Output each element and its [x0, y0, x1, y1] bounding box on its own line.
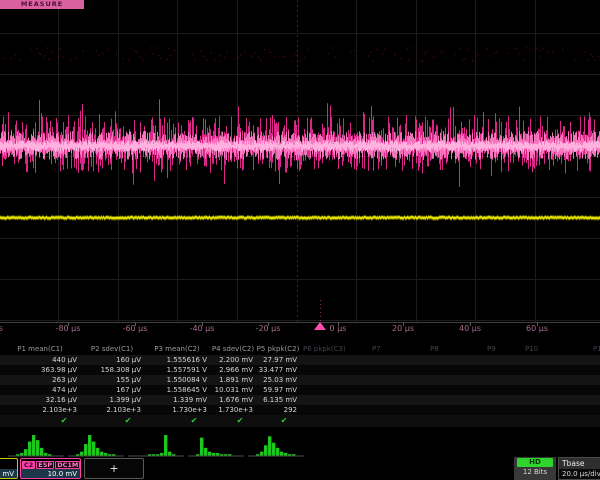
- measurement-header-dim[interactable]: P11: [593, 343, 600, 355]
- measurement-value: 2.200 mV: [210, 355, 256, 365]
- bits-label: 12 Bits: [514, 467, 556, 478]
- measurement-header-dim[interactable]: P10: [525, 343, 538, 355]
- time-axis-label: -80 µs: [56, 324, 81, 333]
- measurement-value: 1.558645 V: [144, 385, 210, 395]
- channel-c2-descriptor[interactable]: C2 ESPDC1M 10.0 mV: [20, 458, 81, 479]
- hd-badge: HD: [517, 458, 553, 467]
- time-axis-label: -20 µs: [256, 324, 281, 333]
- measurement-header-p2[interactable]: P2 sdev(C1): [80, 343, 144, 355]
- measurement-value: 292: [256, 405, 300, 415]
- measurement-status-check: ✔: [237, 415, 244, 427]
- measurement-value: 167 µV: [80, 385, 144, 395]
- measurement-row: 2.103e+32.103e+31.730e+31.730e+3292: [0, 405, 600, 415]
- measurement-value: 1.730e+3: [144, 405, 210, 415]
- add-trace-button[interactable]: +: [84, 458, 144, 479]
- measurement-header-p4[interactable]: P4 sdev(C2): [210, 343, 256, 355]
- c2-dc1m-badge: DC1M: [55, 461, 80, 469]
- time-axis-label: 0 µs: [330, 324, 347, 333]
- measurement-value: 33.477 mV: [256, 365, 300, 375]
- measurement-status-check: ✔: [191, 415, 198, 427]
- timebase-descriptor[interactable]: Tbase 20.0 µs/div: [558, 457, 600, 480]
- measurement-value: 1.676 mV: [210, 395, 256, 405]
- tbase-label: Tbase: [559, 458, 600, 469]
- measurement-value: 263 µV: [0, 375, 80, 385]
- measurement-value: 2.103e+3: [80, 405, 144, 415]
- measurement-value: 2.966 mV: [210, 365, 256, 375]
- c2-label: C2: [22, 461, 35, 469]
- channel-c1-descriptor[interactable]: C1 DC1M 0 mV: [0, 458, 18, 479]
- hd-resolution-panel[interactable]: HD 12 Bits: [514, 457, 556, 480]
- measurement-header-p5[interactable]: P5 pkpk(C2): [256, 343, 300, 355]
- measurement-status-check: ✔: [281, 415, 288, 427]
- measurement-header-p3[interactable]: P3 mean(C2): [144, 343, 210, 355]
- measurement-row: 440 µV160 µV1.555616 V2.200 mV27.97 mV: [0, 355, 600, 365]
- measurement-value: 363.98 µV: [0, 365, 80, 375]
- measurement-row: 263 µV155 µV1.550084 V1.891 mV25.03 mV: [0, 375, 600, 385]
- measurement-header-row: P1 mean(C1)P2 sdev(C1)P3 mean(C2)P4 sdev…: [0, 343, 600, 355]
- measurement-status-check: ✔: [61, 415, 68, 427]
- measurement-header-dim[interactable]: P8: [430, 343, 439, 355]
- measurement-value: 25.03 mV: [256, 375, 300, 385]
- measurement-value: 59.97 mV: [256, 385, 300, 395]
- measurement-value: 1.399 µV: [80, 395, 144, 405]
- measurement-value: 1.557591 V: [144, 365, 210, 375]
- measurement-header-dim[interactable]: P6 pkpk(C3): [303, 343, 346, 355]
- measurement-value: 474 µV: [0, 385, 80, 395]
- measurement-header-dim[interactable]: P7: [372, 343, 381, 355]
- measurement-value: 6.135 mV: [256, 395, 300, 405]
- measurement-header-p1[interactable]: P1 mean(C1): [0, 343, 80, 355]
- measurement-header-dim[interactable]: P9: [487, 343, 496, 355]
- time-axis: -100 µs -80 µs -60 µs -40 µs -20 µs 0 µs 20 µs…: [0, 324, 600, 336]
- measurement-value: 155 µV: [80, 375, 144, 385]
- measurement-value: 1.339 mV: [144, 395, 210, 405]
- time-axis-label: 40 µs: [459, 324, 481, 333]
- measurement-value: 10.031 mV: [210, 385, 256, 395]
- c2-scale-value: 10.0 mV: [21, 469, 80, 479]
- measurement-value: 1.891 mV: [210, 375, 256, 385]
- measurement-value: 440 µV: [0, 355, 80, 365]
- measurement-row: 32.16 µV1.399 µV1.339 mV1.676 mV6.135 mV: [0, 395, 600, 405]
- measurement-value: 32.16 µV: [0, 395, 80, 405]
- measurement-value: 2.103e+3: [0, 405, 80, 415]
- active-menu-badge[interactable]: MEASURE: [0, 0, 84, 9]
- measurement-status-row: ✔ ✔ ✔ ✔ ✔: [0, 415, 600, 427]
- measurement-value: 158.308 µV: [80, 365, 144, 375]
- measurement-row: 474 µV167 µV1.558645 V10.031 mV59.97 mV: [0, 385, 600, 395]
- measurement-status-check: ✔: [125, 415, 132, 427]
- time-axis-label: 60 µs: [526, 324, 548, 333]
- measurement-value: 27.97 mV: [256, 355, 300, 365]
- measurement-value: 160 µV: [80, 355, 144, 365]
- measurement-value: 1.730e+3: [210, 405, 256, 415]
- time-axis-label: 20 µs: [392, 324, 414, 333]
- time-axis-label: -100 µs: [0, 324, 3, 333]
- measurement-value: 1.550084 V: [144, 375, 210, 385]
- measurement-table: P1 mean(C1)P2 sdev(C1)P3 mean(C2)P4 sdev…: [0, 343, 600, 427]
- oscilloscope-screen: MEASURE -100 µs -80 µs -60 µs -40 µs -20 µs 0…: [0, 0, 600, 480]
- time-axis-label: -60 µs: [123, 324, 148, 333]
- measurement-row: 363.98 µV158.308 µV1.557591 V2.966 mV33.…: [0, 365, 600, 375]
- c1-scale-value: 0 mV: [0, 469, 17, 479]
- c2-esp-badge: ESP: [36, 461, 54, 469]
- time-axis-label: -40 µs: [190, 324, 215, 333]
- tbase-value: 20.0 µs/div: [559, 469, 600, 480]
- measurement-value: 1.555616 V: [144, 355, 210, 365]
